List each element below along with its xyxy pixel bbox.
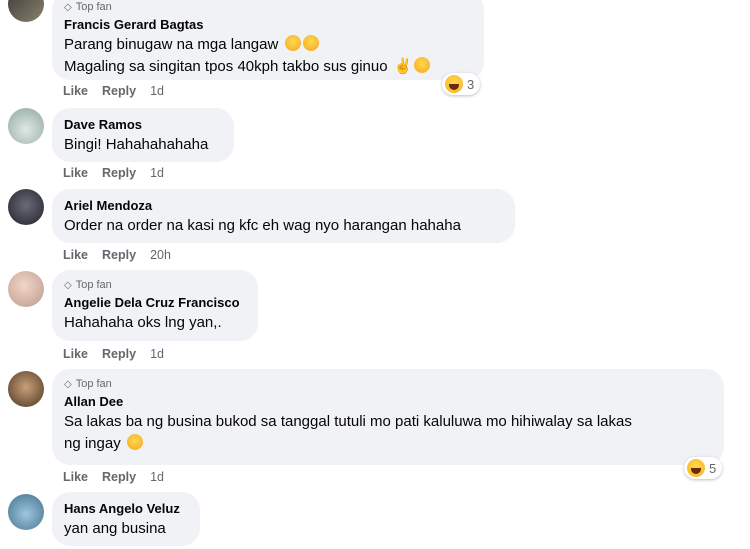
avatar[interactable] (8, 371, 44, 407)
smile-emoji-icon (414, 57, 431, 73)
comment-actions: Like Reply 20h (63, 248, 171, 262)
avatar[interactable] (8, 494, 44, 530)
commenter-name[interactable]: Ariel Mendoza (64, 197, 503, 214)
comment-text: Order na order na kasi ng kfc eh wag nyo… (64, 217, 461, 234)
like-button[interactable]: Like (63, 84, 88, 98)
reply-button[interactable]: Reply (102, 347, 136, 361)
comment-text: ng ingay (64, 433, 712, 455)
reaction-summary[interactable]: 5 (684, 457, 723, 479)
rofl-emoji-icon (126, 434, 143, 450)
commenter-name[interactable]: Dave Ramos (64, 116, 222, 133)
diamond-icon: ◇ (64, 279, 72, 291)
comment-bubble: Hans Angelo Veluz yan ang busina (52, 492, 200, 546)
comment-actions: Like Reply 1d (63, 166, 164, 180)
commenter-name[interactable]: Allan Dee (64, 393, 712, 410)
like-button[interactable]: Like (63, 248, 88, 262)
haha-reaction-icon (445, 75, 463, 93)
sleepy-face-emoji-icon (302, 35, 319, 51)
comment-bubble: Dave Ramos Bingi! Hahahahahaha (52, 108, 234, 162)
diamond-icon: ◇ (64, 1, 72, 13)
like-button[interactable]: Like (63, 347, 88, 361)
like-button[interactable]: Like (63, 470, 88, 484)
commenter-name[interactable]: Hans Angelo Veluz (64, 500, 188, 517)
reaction-summary[interactable]: 3 (442, 73, 481, 95)
sleepy-face-emoji-icon (284, 35, 301, 51)
avatar[interactable] (8, 271, 44, 307)
comment-bubble: ◇ Top fan Angelie Dela Cruz Francisco Ha… (52, 270, 258, 341)
comment-text: Bingi! Hahahahahaha (64, 136, 209, 153)
comment-bubble: ◇ Top fan Allan Dee Sa lakas ba ng busin… (52, 369, 724, 465)
timestamp[interactable]: 20h (150, 248, 171, 262)
reply-button[interactable]: Reply (102, 166, 136, 180)
top-fan-badge: ◇ Top fan (64, 1, 112, 13)
timestamp[interactable]: 1d (150, 84, 164, 98)
top-fan-badge: ◇ Top fan (64, 378, 112, 390)
comment-actions: Like Reply 1d (63, 347, 164, 361)
comment-bubble: Ariel Mendoza Order na order na kasi ng … (52, 189, 515, 243)
commenter-name[interactable]: Angelie Dela Cruz Francisco (64, 294, 246, 311)
timestamp[interactable]: 1d (150, 166, 164, 180)
victory-hand-emoji-icon: ✌ (393, 58, 413, 75)
timestamp[interactable]: 1d (150, 347, 164, 361)
comment-text: Magaling sa singitan tpos 40kph takbo su… (64, 56, 472, 78)
comment-text: Parang binugaw na mga langaw (64, 34, 472, 56)
comment-text: Sa lakas ba ng busina bukod sa tanggal t… (64, 413, 632, 430)
like-button[interactable]: Like (63, 166, 88, 180)
avatar[interactable] (8, 0, 44, 22)
comment-actions: Like Reply 1d (63, 84, 164, 98)
reply-button[interactable]: Reply (102, 248, 136, 262)
avatar[interactable] (8, 108, 44, 144)
comment-text: Hahahaha oks lng yan,. (64, 314, 222, 331)
reply-button[interactable]: Reply (102, 84, 136, 98)
timestamp[interactable]: 1d (150, 470, 164, 484)
haha-reaction-icon (687, 459, 705, 477)
avatar[interactable] (8, 189, 44, 225)
comment-actions: Like Reply 1d (63, 470, 164, 484)
comment-bubble: ◇ Top fan Francis Gerard Bagtas Parang b… (52, 0, 484, 80)
commenter-name[interactable]: Francis Gerard Bagtas (64, 16, 472, 33)
comment-text: yan ang busina (64, 520, 166, 537)
reply-button[interactable]: Reply (102, 470, 136, 484)
top-fan-badge: ◇ Top fan (64, 279, 112, 291)
diamond-icon: ◇ (64, 378, 72, 390)
